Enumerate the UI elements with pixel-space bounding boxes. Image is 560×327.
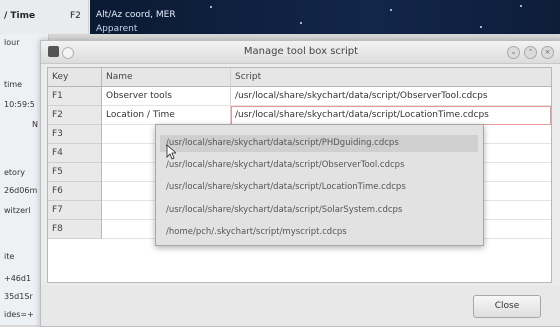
row-name-cell[interactable]: Location / Time (102, 106, 231, 125)
side-label: N (32, 120, 38, 129)
table-row[interactable]: F2 Location / Time /usr/local/share/skyc… (48, 106, 551, 125)
row-key: F8 (48, 220, 102, 239)
side-label: etory (4, 168, 25, 177)
side-label: 10:59:5 (4, 100, 35, 109)
row-key: F6 (48, 182, 102, 201)
dropdown-option[interactable]: /usr/local/share/skychart/data/script/So… (166, 202, 402, 218)
dropdown-option[interactable]: /usr/local/share/skychart/data/script/Ob… (166, 157, 405, 173)
star (480, 26, 482, 28)
dialog-title: Manage tool box script (243, 46, 359, 57)
function-key-label: F2 (70, 11, 81, 21)
column-header-script: Script (231, 68, 551, 87)
row-key: F3 (48, 125, 102, 144)
script-dropdown-list[interactable]: /usr/local/share/skychart/data/script/PH… (155, 124, 484, 246)
star (210, 6, 212, 8)
close-icon[interactable]: × (541, 46, 554, 59)
side-label: 26d06m (4, 186, 38, 195)
close-button[interactable]: Close (473, 295, 541, 318)
star (520, 5, 522, 7)
maximize-icon[interactable]: ⌃ (524, 46, 537, 59)
dropdown-option[interactable]: /usr/local/share/skychart/data/script/Lo… (166, 179, 406, 195)
dialog-titlebar[interactable]: Manage tool box script ⌄ ⌃ × (41, 41, 560, 64)
row-key: F2 (48, 106, 102, 125)
mouse-pointer-icon (166, 144, 176, 160)
dropdown-option[interactable]: /usr/local/share/skychart/data/script/PH… (166, 135, 399, 151)
side-label: ite (4, 252, 15, 261)
side-label: 35d1Sr (4, 292, 33, 301)
side-label: +46d1 (4, 274, 32, 283)
row-name-cell[interactable]: Observer tools (102, 87, 231, 106)
side-label: witzerl (4, 206, 31, 215)
row-key: F4 (48, 144, 102, 163)
column-header-name: Name (102, 68, 231, 87)
side-label: lour (4, 38, 20, 47)
minimize-icon[interactable]: ⌄ (507, 46, 520, 59)
time-panel-header: / Time F2 (0, 0, 89, 34)
sky-chart-view[interactable]: Alt/Az coord, MER Apparent (90, 0, 560, 34)
side-label: time (4, 80, 23, 89)
panel-title: / Time (4, 11, 36, 21)
dropdown-option[interactable]: /home/pch/.skychart/script/myscript.cdcp… (166, 224, 347, 240)
row-key: F7 (48, 201, 102, 220)
coord-mode-label: Alt/Az coord, MER (96, 10, 176, 20)
row-key: F5 (48, 163, 102, 182)
side-label: ides=+ (4, 310, 34, 319)
table-row[interactable]: F1 Observer tools /usr/local/share/skych… (48, 87, 551, 106)
row-script-cell[interactable]: /usr/local/share/skychart/data/script/Ob… (231, 87, 551, 106)
table-header: Key Name Script (48, 68, 551, 87)
apparent-label: Apparent (96, 24, 138, 34)
row-script-cell-selected[interactable]: /usr/local/share/skychart/data/script/Lo… (231, 106, 551, 125)
row-key: F1 (48, 87, 102, 106)
column-header-key: Key (48, 68, 102, 87)
dialog-button-bar: Close (41, 285, 560, 326)
star (390, 9, 392, 11)
star (300, 22, 302, 24)
